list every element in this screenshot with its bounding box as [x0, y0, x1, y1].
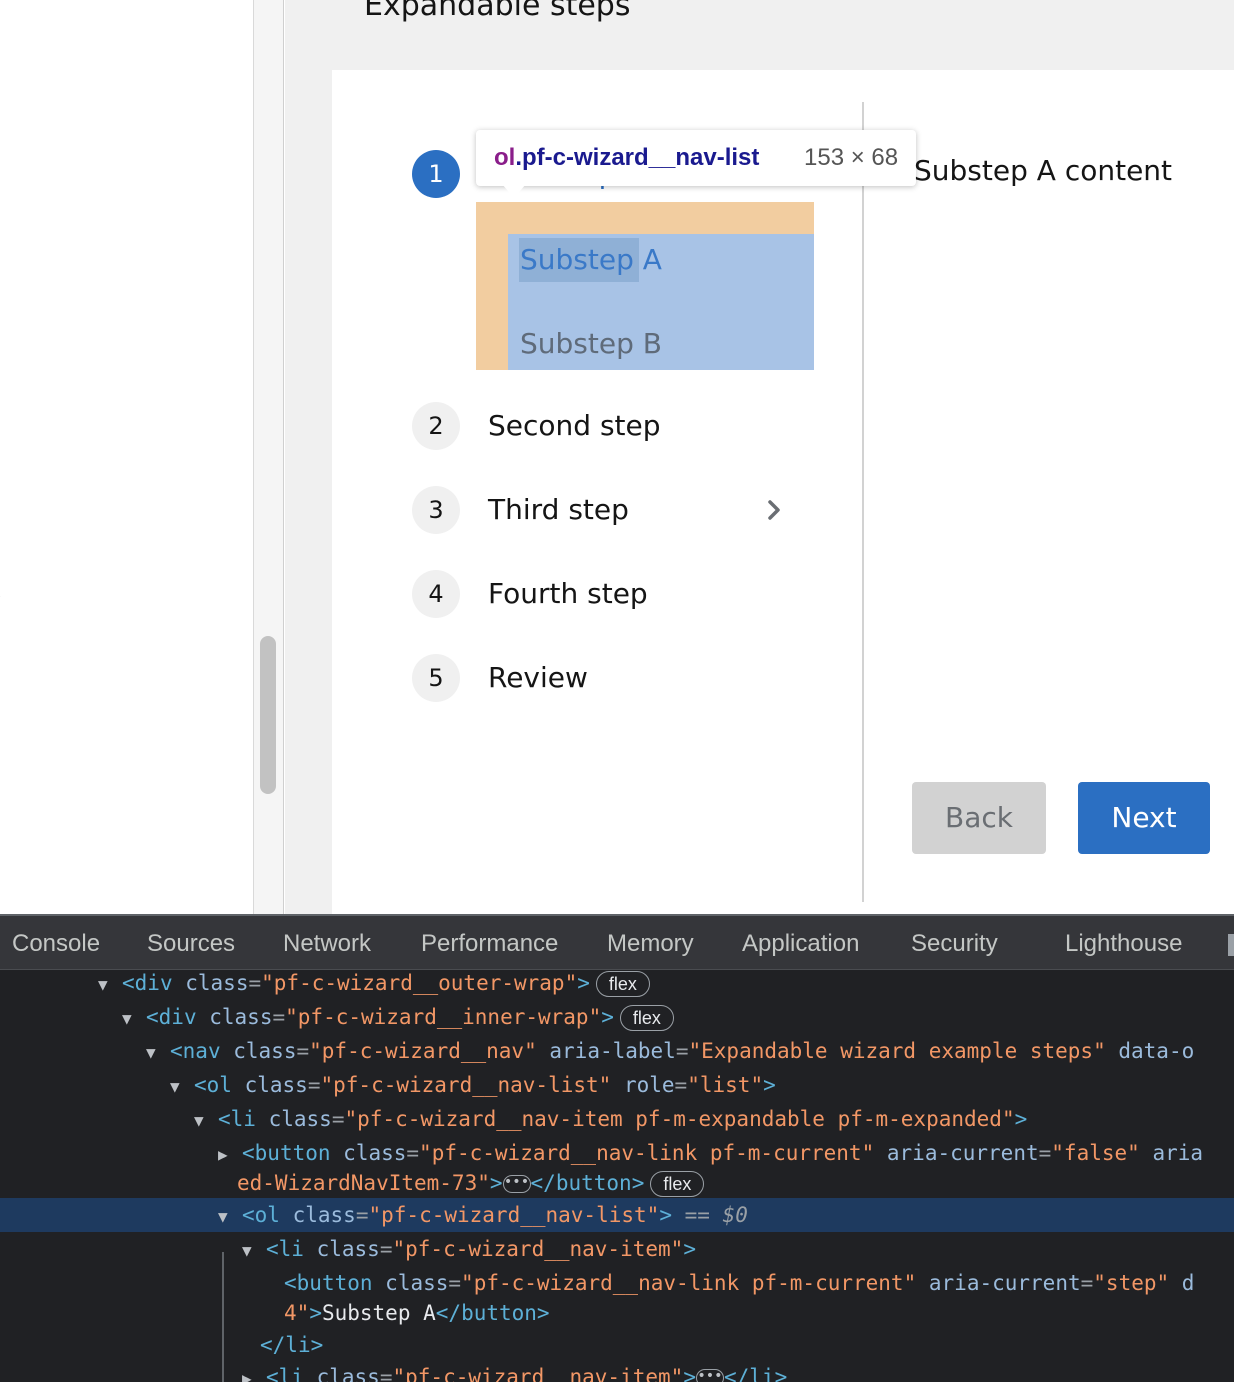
dom-node-ol[interactable]: ▼ <ol class="pf-c-wizard__nav-list" role=…	[0, 1068, 1234, 1102]
step-label[interactable]: Review	[488, 660, 588, 696]
tab-console[interactable]: Console	[12, 916, 100, 970]
dom-node-inner-wrap[interactable]: ▼ <div class="pf-c-wizard__inner-wrap"> fl…	[0, 1000, 1234, 1034]
dom-node-li-collapsed[interactable]: ▶ <li class="pf-c-wizard__nav-item">•••</…	[0, 1360, 1234, 1382]
tab-lighthouse[interactable]: Lighthouse	[1065, 916, 1182, 970]
tooltip-class: .pf-c-wizard__nav-list	[515, 144, 760, 171]
dom-node-nav[interactable]: ▼ <nav class="pf-c-wizard__nav" aria-labe…	[0, 1034, 1234, 1068]
dom-node-li[interactable]: ▼ <li class="pf-c-wizard__nav-item">	[0, 1232, 1234, 1266]
collapse-triangle-icon[interactable]: ▼	[98, 970, 122, 1002]
section-title: Expandable steps	[364, 0, 631, 23]
expand-triangle-icon[interactable]: ▶	[242, 1362, 266, 1382]
step-label[interactable]: Fourth step	[488, 576, 648, 612]
flex-badge[interactable]: flex	[650, 1171, 705, 1197]
collapse-triangle-icon[interactable]: ▼	[194, 1104, 218, 1138]
collapse-triangle-icon[interactable]: ▼	[146, 1036, 170, 1070]
dom-node-ol-selected[interactable]: ▼ <ol class="pf-c-wizard__nav-list"> == $…	[0, 1198, 1234, 1232]
dom-node-button-cont[interactable]: ed-WizardNavItem-73">•••</button> flex	[0, 1166, 1234, 1200]
dom-node-button-substep-cont[interactable]: 4">Substep A</button>	[0, 1296, 1234, 1330]
tooltip-tag: ol	[494, 144, 516, 171]
flex-badge[interactable]: flex	[619, 1005, 674, 1031]
wizard-step-4[interactable]: 4 Fourth step	[412, 570, 832, 618]
substep-a-link[interactable]: Substep A	[520, 242, 662, 278]
back-button[interactable]: Back	[912, 782, 1046, 854]
tooltip-dimensions: 153 × 68	[804, 144, 899, 171]
inspect-tooltip: ol.pf-c-wizard__nav-list 153 × 68	[476, 130, 916, 186]
tab-performance[interactable]: Performance	[421, 916, 558, 970]
scrollbar-thumb[interactable]	[260, 636, 276, 794]
substep-b-link[interactable]: Substep B	[520, 326, 662, 362]
tab-network[interactable]: Network	[283, 916, 371, 970]
wizard-step-5[interactable]: 5 Review	[412, 654, 832, 702]
step-number: 2	[412, 402, 460, 450]
left-caret-icon: ›	[0, 588, 6, 602]
collapse-triangle-icon[interactable]: ▼	[242, 1234, 266, 1268]
wizard-step-2[interactable]: 2 Second step	[412, 402, 832, 450]
step-label[interactable]: Third step	[488, 492, 629, 528]
elements-tree: ▼ <div class="pf-c-wizard__outer-wrap"> fl…	[0, 970, 1234, 1382]
step-number: 1	[412, 150, 460, 198]
tooltip-selector: ol.pf-c-wizard__nav-list	[494, 144, 759, 172]
step-number: 4	[412, 570, 460, 618]
wizard-nav-divider	[862, 102, 864, 902]
chevron-right-icon[interactable]	[762, 492, 786, 528]
ellipsis-icon[interactable]: •••	[695, 1369, 724, 1382]
browser-page: › Expandable steps 1 First step 2 Second…	[0, 0, 1234, 914]
left-panel: ›	[0, 0, 254, 914]
dom-node-li-close[interactable]: </li>	[0, 1328, 1234, 1362]
step-number: 3	[412, 486, 460, 534]
collapse-triangle-icon[interactable]: ▼	[122, 1002, 146, 1036]
tab-security[interactable]: Security	[911, 916, 998, 970]
flex-badge[interactable]: flex	[595, 971, 650, 997]
dom-node-button-substep[interactable]: <button class="pf-c-wizard__nav-link pf-…	[0, 1266, 1234, 1300]
tooltip-arrow	[502, 184, 526, 198]
dom-node-button[interactable]: ▶ <button class="pf-c-wizard__nav-link pf…	[0, 1136, 1234, 1170]
tab-application[interactable]: Application	[742, 916, 859, 970]
devtools-tab-bar: Console Sources Network Performance Memo…	[0, 916, 1234, 970]
collapse-triangle-icon[interactable]: ▼	[218, 1200, 242, 1234]
collapse-triangle-icon[interactable]: ▼	[170, 1070, 194, 1104]
devtools-panel: Console Sources Network Performance Memo…	[0, 914, 1234, 1382]
ellipsis-icon[interactable]: •••	[502, 1175, 531, 1193]
more-tabs-icon[interactable]	[1228, 934, 1234, 956]
tab-memory[interactable]: Memory	[607, 916, 694, 970]
step-label[interactable]: Second step	[488, 408, 661, 444]
wizard-body-text: Substep A content	[914, 154, 1173, 187]
dom-node-outer-wrap[interactable]: ▼ <div class="pf-c-wizard__outer-wrap"> fl…	[0, 970, 1234, 1000]
wizard-step-3[interactable]: 3 Third step	[412, 486, 832, 534]
next-button[interactable]: Next	[1078, 782, 1210, 854]
tab-sources[interactable]: Sources	[147, 916, 235, 970]
step-number: 5	[412, 654, 460, 702]
dom-node-li-expandable[interactable]: ▼ <li class="pf-c-wizard__nav-item pf-m-e…	[0, 1102, 1234, 1136]
